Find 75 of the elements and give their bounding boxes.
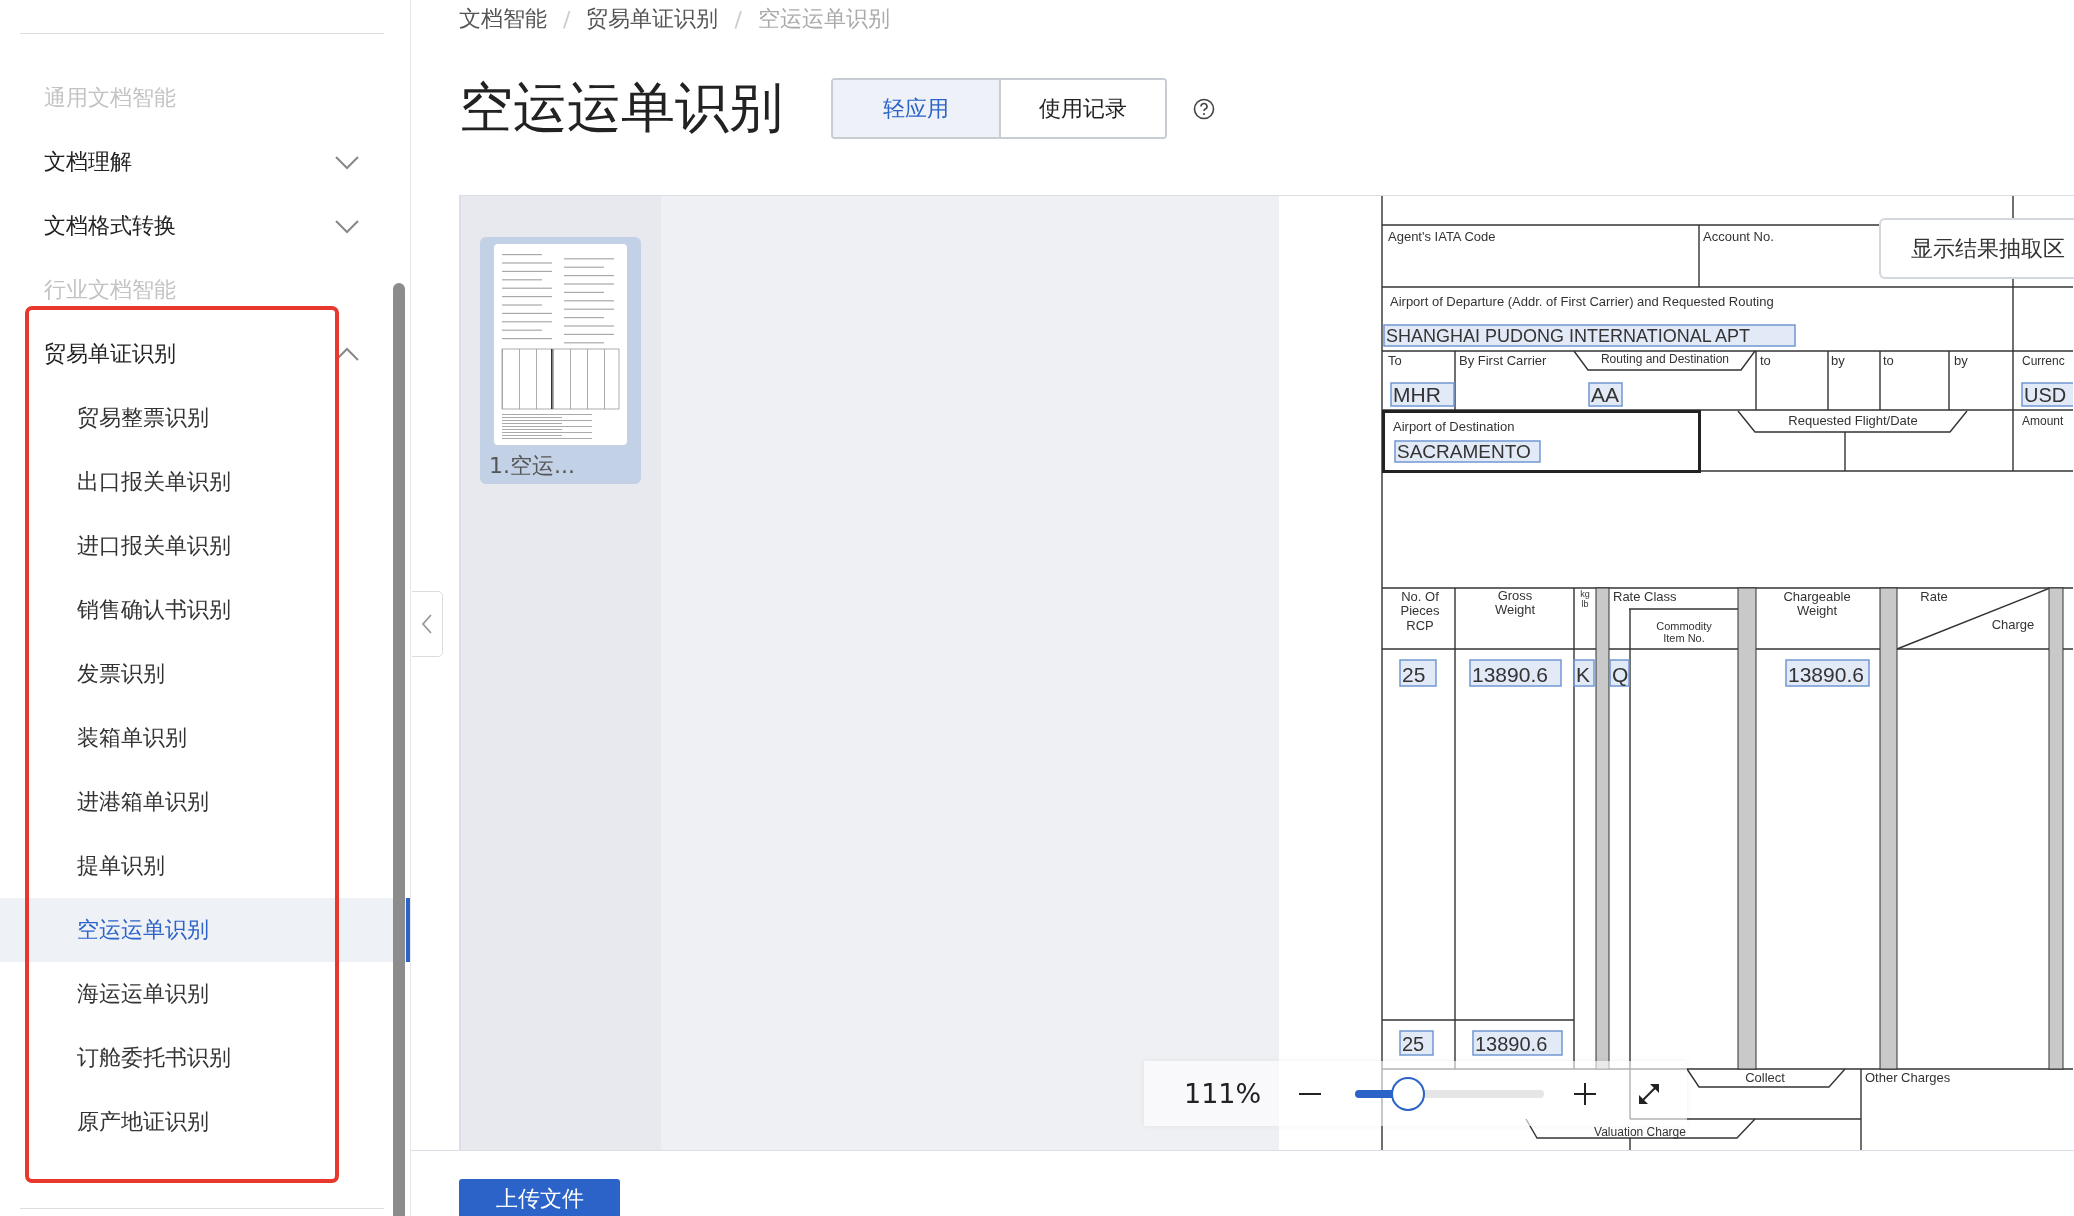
menu-item[interactable]: 订舱委托书识别 — [0, 1026, 410, 1090]
menu-item[interactable]: 装箱单识别 — [0, 706, 410, 770]
plus-icon — [1573, 1081, 1598, 1106]
form-label: Rate — [1920, 589, 1948, 604]
extracted-value[interactable]: MHR — [1390, 382, 1455, 407]
zoom-out-button[interactable] — [1299, 1092, 1322, 1095]
form-label: Account No. — [1703, 229, 1774, 244]
breadcrumb-separator: / — [734, 6, 742, 32]
menu-item[interactable]: 进港箱单识别 — [0, 770, 410, 834]
form-label: kg lb — [1580, 589, 1590, 609]
section-heading: 行业文档智能 — [43, 276, 177, 304]
menu-item[interactable]: 出口报关单识别 — [0, 450, 410, 514]
breadcrumb-separator: / — [563, 6, 571, 32]
menu-item[interactable]: 销售确认书识别 — [0, 578, 410, 642]
form-label: Rate Class — [1613, 589, 1677, 604]
thumbnail-caption: 1.空运... — [489, 452, 576, 480]
form-label: Amount — [2022, 414, 2064, 428]
form-label: by — [1831, 353, 1845, 368]
extracted-value[interactable]: AA — [1588, 382, 1623, 407]
page-thumbnail[interactable]: 1.空运... — [480, 237, 641, 484]
extracted-value[interactable]: 25 — [1399, 659, 1437, 687]
breadcrumb-link[interactable]: 文档智能 — [459, 4, 547, 34]
menu-item[interactable]: 贸易单证识别 — [0, 322, 410, 386]
upload-button[interactable]: 上传文件 — [459, 1179, 620, 1216]
chevron-left-icon — [421, 613, 433, 635]
form-label: to — [1760, 353, 1771, 368]
form-label: Requested Flight/Date — [1788, 413, 1918, 428]
zoom-in-button[interactable] — [1573, 1081, 1598, 1106]
form-label: Gross Weight — [1494, 588, 1536, 618]
minus-icon — [1299, 1092, 1322, 1095]
extracted-value[interactable]: Q — [1609, 659, 1630, 687]
form-label: Airport of Departure (Addr. of First Carrier) and Requested Routing — [1390, 294, 1774, 309]
extracted-value[interactable]: 13890.6 — [1469, 659, 1562, 687]
extracted-value[interactable]: USD — [2021, 382, 2073, 407]
menu-item[interactable]: 提单识别 — [0, 834, 410, 898]
scrollbar[interactable] — [393, 283, 405, 1216]
form-label: Charge — [1991, 617, 2035, 632]
extracted-value[interactable]: SHANGHAI PUDONG INTERNATIONAL APT — [1383, 324, 1796, 347]
extracted-value[interactable]: 13890.6 — [1472, 1030, 1563, 1056]
form-label: by — [1954, 353, 1968, 368]
menu-item[interactable]: 进口报关单识别 — [0, 514, 410, 578]
zoom-percentage: 111% — [1184, 1076, 1262, 1111]
extracted-value[interactable]: 25 — [1399, 1030, 1434, 1056]
form-label: By First Carrier — [1459, 353, 1547, 368]
form-label: To — [1388, 353, 1402, 368]
breadcrumb-link[interactable]: 贸易单证识别 — [586, 4, 719, 34]
menu-item[interactable]: 发票识别 — [0, 642, 410, 706]
extracted-value[interactable]: 13890.6 — [1785, 659, 1870, 687]
form-label: Agent's IATA Code — [1388, 229, 1496, 244]
chevron-down-icon — [334, 218, 360, 234]
form-label: Commodity Item No. — [1656, 620, 1712, 645]
form-label: Valuation Charge — [1594, 1125, 1686, 1139]
form-label: Airport of Destination — [1393, 419, 1515, 434]
form-label: Chargeable Weight — [1783, 589, 1851, 619]
form-label: to — [1883, 353, 1894, 368]
form-label: Currenc — [2022, 354, 2065, 368]
form-label: No. Of Pieces RCP — [1400, 589, 1440, 633]
extracted-value[interactable]: SACRAMENTO — [1394, 440, 1541, 463]
menu-item[interactable]: 原产地证识别 — [0, 1090, 410, 1154]
menu-item[interactable]: 贸易整票识别 — [0, 386, 410, 450]
tab[interactable]: 轻应用 — [833, 80, 999, 137]
page-title: 空运运单识别 — [459, 75, 783, 141]
help-icon — [1193, 97, 1215, 120]
menu-item[interactable]: 空运运单识别 — [0, 898, 410, 962]
section-heading: 通用文档智能 — [43, 84, 177, 112]
tab[interactable]: 使用记录 — [999, 80, 1165, 137]
chevron-down-icon — [334, 154, 360, 170]
show-results-button[interactable]: 显示结果抽取区 — [1879, 218, 2074, 279]
form-label: Collect — [1745, 1070, 1785, 1085]
menu-item[interactable]: 文档格式转换 — [0, 194, 410, 258]
extracted-value[interactable]: K — [1573, 659, 1595, 687]
form-label: Other Charges — [1865, 1070, 1951, 1085]
menu-item[interactable]: 海运运单识别 — [0, 962, 410, 1026]
form-label: Routing and Destination — [1600, 352, 1730, 366]
menu-item[interactable]: 文档理解 — [0, 130, 410, 194]
